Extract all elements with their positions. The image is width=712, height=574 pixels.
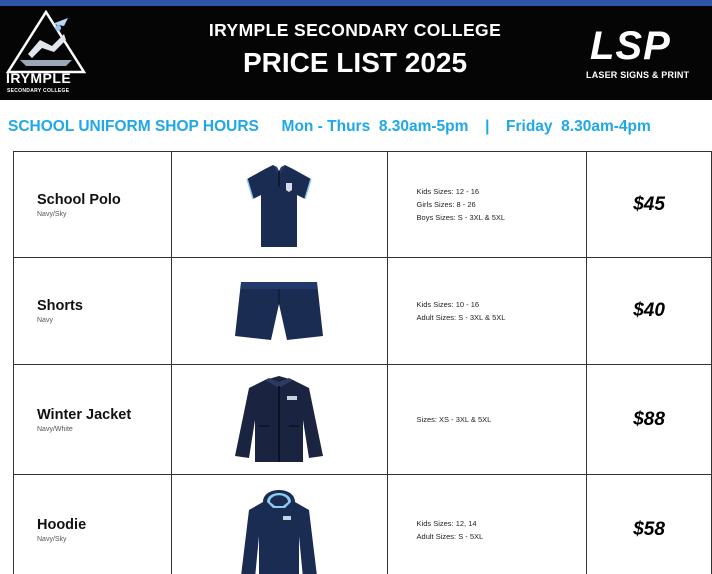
size-line: Sizes: XS - 3XL & 5XL [416, 415, 492, 424]
item-color: Navy/Sky [37, 535, 67, 543]
item-price-cell: $40 [586, 257, 712, 365]
price-list-title: PRICE LIST 2025 [242, 47, 468, 78]
size-line: Girls Sizes: 8 - 26 [416, 200, 476, 209]
item-price: $45 [633, 193, 665, 215]
hoodie-icon [241, 489, 317, 574]
price-table: School Polo Navy/Sky Kids Sizes: 12 - 16 [13, 151, 712, 574]
shop-hours-label: SCHOOL UNIFORM SHOP HOURS [8, 118, 259, 135]
item-price: $88 [633, 408, 665, 430]
shorts-icon [235, 282, 324, 340]
item-color: Navy/White [37, 425, 73, 433]
shop-hours-weekday: Mon - Thurs 8.30am-5pm [281, 118, 469, 135]
table-row: School Polo Navy/Sky Kids Sizes: 12 - 16 [13, 151, 712, 258]
table-row: Hoodie Navy/Sky Kids Sizes: 12, 14 Adult… [13, 474, 712, 574]
item-name-cell: Hoodie Navy/Sky [13, 474, 172, 574]
item-name: Winter Jacket [37, 406, 132, 423]
title-block: IRYMPLE SECONDARY COLLEGE PRICE LIST 202… [170, 20, 540, 79]
item-image-cell [170, 474, 388, 574]
item-image-cell [170, 151, 388, 258]
size-line: Kids Sizes: 12 - 16 [416, 187, 480, 196]
size-line: Adult Sizes: S - 3XL & 5XL [416, 313, 506, 322]
shop-hours: SCHOOL UNIFORM SHOP HOURS Mon - Thurs 8.… [8, 118, 712, 136]
item-price: $58 [633, 518, 665, 540]
item-name-cell: Winter Jacket Navy/White [13, 364, 172, 475]
school-name-title: IRYMPLE SECONDARY COLLEGE [208, 20, 502, 40]
item-price-cell: $88 [586, 364, 712, 475]
school-crest-icon [6, 10, 86, 74]
price-table-wrap: School Polo Navy/Sky Kids Sizes: 12 - 16 [13, 151, 712, 574]
item-sizes-cell: Kids Sizes: 12, 14 Adult Sizes: S - 5XL [386, 474, 588, 574]
item-sizes-cell: Kids Sizes: 12 - 16 Girls Sizes: 8 - 26 … [386, 151, 588, 258]
item-price-cell: $58 [586, 474, 712, 574]
item-name-cell: Shorts Navy [13, 257, 172, 365]
table-row: Winter Jacket Navy/White Sizes: XS - 3XL… [13, 364, 712, 475]
school-logo-text: IRYMPLE [6, 70, 72, 86]
shop-hours-separator: | [485, 118, 490, 135]
item-price: $40 [633, 300, 665, 321]
size-line: Kids Sizes: 10 - 16 [416, 300, 480, 309]
size-line: Adult Sizes: S - 5XL [416, 531, 484, 541]
item-price-cell: $45 [586, 151, 712, 258]
sponsor-logo-mark: LSP [590, 24, 671, 68]
item-sizes-cell: Kids Sizes: 10 - 16 Adult Sizes: S - 3XL… [386, 257, 588, 365]
polo-shirt-icon [246, 164, 312, 247]
item-name: School Polo [37, 191, 121, 208]
table-row: Shorts Navy Kids Sizes: 10 - 16 Adult Si… [13, 257, 712, 365]
price-list-sheet: IRYMPLE SECONDARY COLLEGE IRYMPLE SECOND… [0, 6, 712, 574]
item-name-cell: School Polo Navy/Sky [13, 151, 172, 258]
item-image-cell [170, 364, 388, 475]
jacket-icon [235, 375, 324, 462]
header-banner: IRYMPLE SECONDARY COLLEGE IRYMPLE SECOND… [0, 6, 712, 100]
size-line: Kids Sizes: 12, 14 [416, 518, 477, 528]
item-sizes-cell: Sizes: XS - 3XL & 5XL [386, 364, 588, 475]
sponsor-name: LASER SIGNS & PRINT [586, 70, 690, 80]
item-color: Navy/Sky [37, 210, 67, 218]
shop-hours-friday: Friday 8.30am-4pm [506, 118, 651, 135]
sponsor-logo: LSP LASER SIGNS & PRINT [586, 26, 712, 90]
item-color: Navy [37, 317, 53, 324]
school-logo: IRYMPLE SECONDARY COLLEGE [6, 10, 86, 96]
size-line: Boys Sizes: S - 3XL & 5XL [416, 213, 506, 222]
item-image-cell [170, 257, 388, 365]
item-name: Hoodie [37, 516, 87, 533]
item-name: Shorts [37, 298, 83, 314]
school-logo-subtext: SECONDARY COLLEGE [7, 88, 70, 94]
